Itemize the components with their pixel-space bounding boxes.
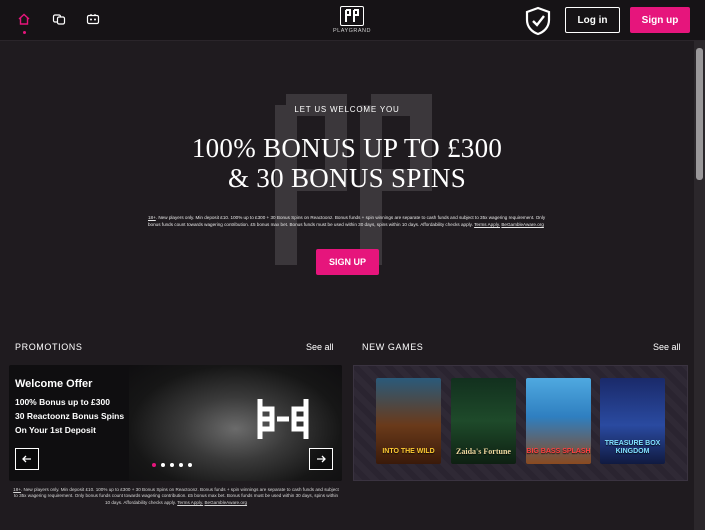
- hero-title: 100% BONUS UP TO £300 & 30 BONUS SPINS: [0, 133, 694, 193]
- game-title: TREASURE BOX KINGDOM: [604, 440, 661, 455]
- slide-dot[interactable]: [170, 463, 174, 467]
- casino-chips-icon[interactable]: [50, 10, 68, 28]
- active-nav-indicator: [23, 31, 26, 34]
- promo-line-1: 100% Bonus up to £300: [15, 397, 110, 407]
- game-tile[interactable]: TREASURE BOX KINGDOM: [600, 378, 665, 464]
- terms-apply-link[interactable]: Terms Apply.: [177, 500, 203, 505]
- slide-dot[interactable]: [161, 463, 165, 467]
- game-title: BIG BASS SPLASH: [526, 448, 591, 455]
- slide-dot[interactable]: [179, 463, 183, 467]
- game-tile[interactable]: INTO THE WILD: [376, 378, 441, 464]
- arrow-left-icon: [22, 455, 31, 463]
- begambleaware-link[interactable]: BeGambleAware.org: [204, 500, 247, 505]
- hero-signup-button[interactable]: SIGN UP: [316, 249, 379, 275]
- playgrand-logo[interactable]: PLAYGRAND: [322, 0, 382, 41]
- hero-eyebrow: LET US WELCOME YOU: [294, 105, 400, 114]
- promo-line-2: 30 Reactoonz Bonus Spins: [15, 411, 125, 421]
- promotions-see-all-link[interactable]: See all: [306, 342, 334, 352]
- age-restriction: 18+: [148, 215, 156, 220]
- signup-button[interactable]: Sign up: [630, 7, 690, 33]
- shield-check-icon[interactable]: [524, 6, 552, 36]
- promo-line-3: On Your 1st Deposit: [15, 425, 96, 435]
- new-games-see-all-link[interactable]: See all: [653, 342, 681, 352]
- bdpq-logo-icon: [257, 399, 309, 439]
- arrow-right-icon: [317, 455, 326, 463]
- promo-next-button[interactable]: [309, 448, 333, 470]
- promo-prev-button[interactable]: [15, 448, 39, 470]
- live-casino-icon[interactable]: [84, 10, 102, 28]
- hero-title-line1: 100% BONUS UP TO £300: [191, 133, 503, 163]
- promo-title: Welcome Offer: [15, 378, 93, 390]
- new-games-heading: NEW GAMES: [362, 342, 424, 352]
- login-button[interactable]: Log in: [565, 7, 620, 33]
- slide-dot[interactable]: [152, 463, 156, 467]
- promo-terms: 18+. New players only. Min deposit £10. …: [13, 487, 339, 506]
- age-restriction: 18+: [13, 487, 21, 492]
- game-tile[interactable]: Zaida's Fortune: [451, 378, 516, 464]
- promotions-heading: PROMOTIONS: [15, 342, 83, 352]
- hero-title-line2: & 30 BONUS SPINS: [227, 163, 467, 193]
- logo-mark-icon: [340, 6, 364, 26]
- game-tile[interactable]: BIG BASS SPLASH: [526, 378, 591, 464]
- hero-terms: 18+. New players only. Min deposit £10. …: [148, 215, 548, 228]
- logo-text: PLAYGRAND: [332, 28, 372, 34]
- hero-banner: LET US WELCOME YOU 100% BONUS UP TO £300…: [0, 41, 694, 321]
- slide-dot[interactable]: [188, 463, 192, 467]
- promo-slide-indicators: [152, 463, 192, 467]
- game-title: Zaida's Fortune: [456, 447, 511, 456]
- home-icon[interactable]: [15, 10, 33, 28]
- top-header: PLAYGRAND Log in Sign up: [0, 0, 705, 41]
- game-title: INTO THE WILD: [382, 448, 435, 455]
- begambleaware-link[interactable]: BeGambleAware.org: [501, 222, 544, 227]
- terms-apply-link[interactable]: Terms Apply.: [474, 222, 500, 227]
- scrollbar-thumb[interactable]: [696, 48, 703, 180]
